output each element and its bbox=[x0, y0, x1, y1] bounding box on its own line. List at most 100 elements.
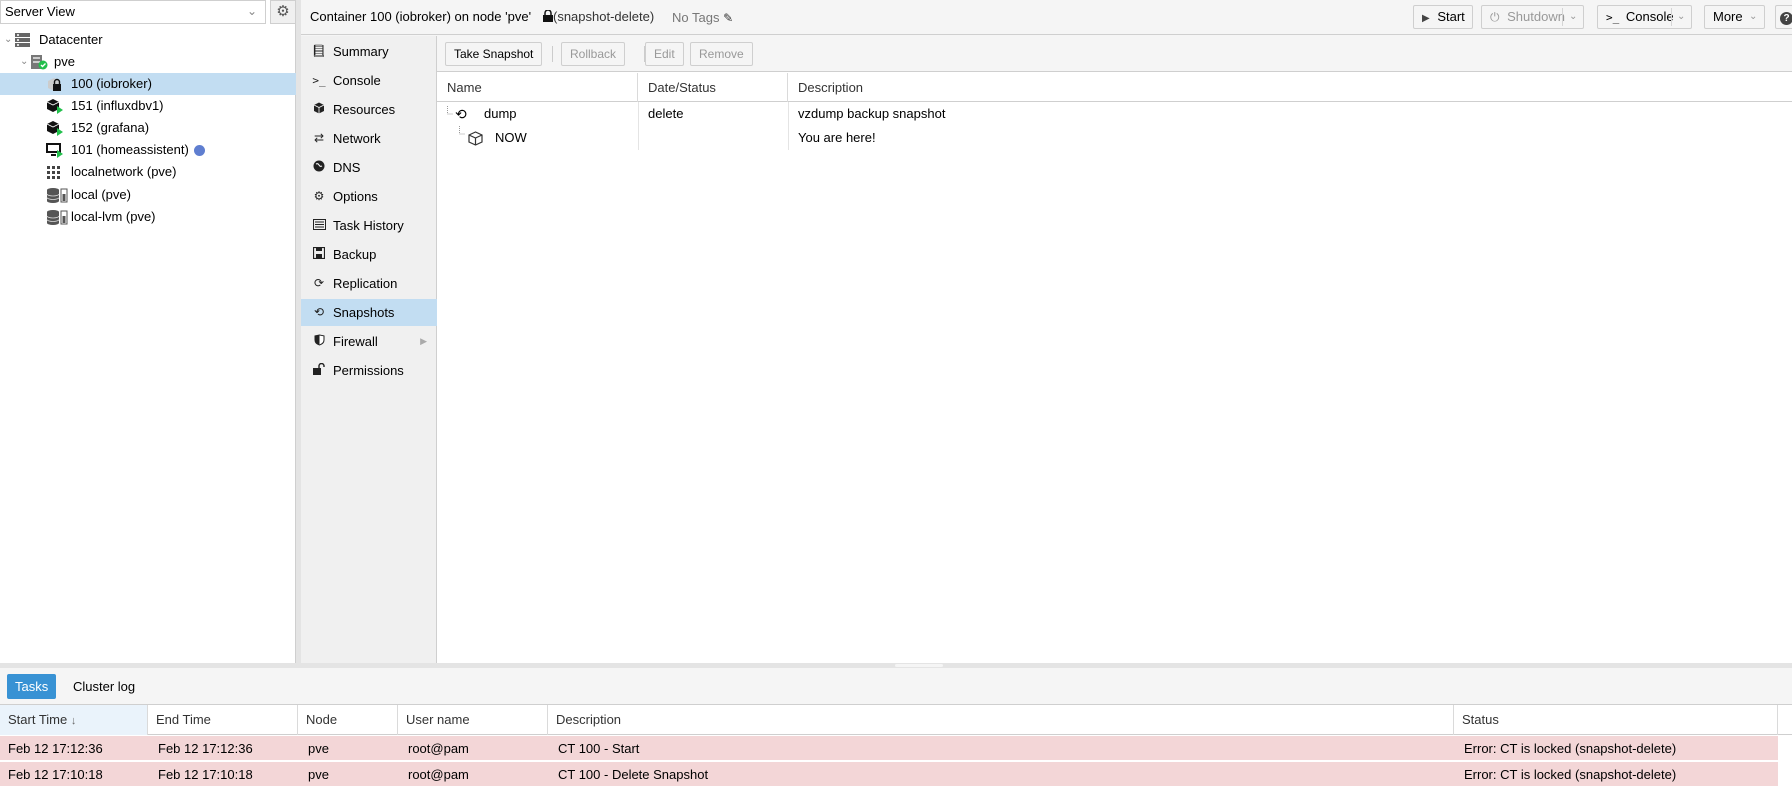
collapse-grip[interactable] bbox=[895, 664, 943, 667]
nav-item-label: Firewall bbox=[333, 334, 378, 349]
task-end-time: Feb 12 17:12:36 bbox=[158, 741, 253, 756]
task-node: pve bbox=[308, 767, 329, 782]
snapshot-row-dump[interactable]: ⟲ dump delete vzdump backup snapshot bbox=[437, 102, 1792, 126]
task-row[interactable]: Feb 12 17:10:18 Feb 12 17:10:18 pve root… bbox=[0, 762, 1778, 787]
page-title: Container 100 (iobroker) on node 'pve' bbox=[310, 9, 532, 24]
content-header: Container 100 (iobroker) on node 'pve' (… bbox=[301, 0, 1792, 35]
remove-label: Remove bbox=[699, 47, 744, 61]
tab-tasks[interactable]: Tasks bbox=[7, 674, 57, 699]
retweet-icon: ⟳ bbox=[313, 276, 325, 290]
view-selector-label: Server View bbox=[5, 4, 75, 19]
storage-icon bbox=[46, 187, 68, 203]
nav-item-backup[interactable]: Backup bbox=[301, 241, 437, 268]
edit-button[interactable]: Edit bbox=[645, 42, 684, 66]
tree-item-node-pve[interactable]: ⌄ pve bbox=[0, 51, 296, 73]
tree-item-storage-local-lvm[interactable]: local-lvm (pve) bbox=[0, 206, 296, 228]
nav-item-summary[interactable]: 📘︎ Summary bbox=[301, 38, 437, 65]
column-header-description[interactable]: Description bbox=[788, 73, 1792, 102]
nav-item-label: Replication bbox=[333, 276, 398, 291]
task-row[interactable]: Feb 12 17:12:36 Feb 12 17:12:36 pve root… bbox=[0, 736, 1778, 761]
snapshot-description: You are here! bbox=[798, 130, 876, 145]
console-button[interactable]: >_ Console ⌄ bbox=[1597, 5, 1692, 29]
expand-chevron-icon[interactable]: ⌄ bbox=[20, 51, 28, 73]
status-dot-icon bbox=[194, 145, 205, 156]
column-header-status[interactable]: Status bbox=[1454, 705, 1778, 735]
help-button[interactable]: ? bbox=[1775, 5, 1792, 29]
tree-item-ct-151[interactable]: 151 (influxdbv1) bbox=[0, 95, 296, 117]
tags-area[interactable]: No Tags ✎ bbox=[672, 10, 733, 25]
take-snapshot-button[interactable]: Take Snapshot bbox=[445, 42, 543, 66]
nav-item-label: Resources bbox=[333, 102, 396, 117]
chevron-down-icon[interactable]: ⌄ bbox=[1569, 6, 1577, 28]
snapshots-toolbar: Take Snapshot Rollback Edit Remove bbox=[437, 36, 1792, 72]
button-separator bbox=[1671, 8, 1672, 26]
view-selector[interactable]: Server View ⌄ bbox=[0, 0, 266, 24]
container-running-icon bbox=[46, 98, 64, 114]
task-status: Error: CT is locked (snapshot-delete) bbox=[1464, 767, 1677, 782]
toolbar-separator bbox=[552, 46, 553, 62]
task-description: CT 100 - Start bbox=[558, 741, 640, 756]
nav-item-label: Options bbox=[333, 189, 378, 204]
shutdown-button[interactable]: ⏻ Shutdown ⌄ bbox=[1481, 5, 1584, 29]
column-header-start-time[interactable]: Start Time ↓ bbox=[0, 705, 148, 735]
caret-right-icon[interactable]: ▶ bbox=[420, 328, 427, 355]
edit-label: Edit bbox=[654, 47, 675, 61]
tree-item-label: pve bbox=[54, 54, 75, 69]
container-running-icon bbox=[46, 120, 64, 136]
pencil-icon[interactable]: ✎ bbox=[723, 11, 733, 25]
more-button[interactable]: More ⌄ bbox=[1704, 5, 1765, 29]
sdn-grid-icon bbox=[46, 164, 64, 180]
column-header-user-name[interactable]: User name bbox=[398, 705, 548, 735]
start-button[interactable]: ▶ Start bbox=[1413, 5, 1473, 29]
nav-item-permissions[interactable]: Permissions bbox=[301, 357, 437, 384]
tree-item-vm-101[interactable]: 101 (homeassistent) bbox=[0, 139, 296, 161]
terminal-icon: >_ bbox=[312, 74, 326, 87]
button-separator bbox=[1562, 8, 1563, 26]
task-description: CT 100 - Delete Snapshot bbox=[558, 767, 709, 782]
chevron-down-icon[interactable]: ⌄ bbox=[1677, 6, 1685, 28]
column-header-label: Start Time bbox=[8, 712, 68, 727]
nav-item-options[interactable]: ⚙ Options bbox=[301, 183, 437, 210]
nav-item-task-history[interactable]: Task History bbox=[301, 212, 437, 239]
column-header-name[interactable]: Name bbox=[437, 73, 638, 102]
nav-item-dns[interactable]: DNS bbox=[301, 154, 437, 181]
tree-item-ct-152[interactable]: 152 (grafana) bbox=[0, 117, 296, 139]
nav-item-network[interactable]: ⇄ Network bbox=[301, 125, 437, 152]
terminal-icon: >_ bbox=[1606, 11, 1620, 24]
task-start-time: Feb 12 17:10:18 bbox=[8, 767, 103, 782]
tree-item-ct-100[interactable]: 100 (iobroker) bbox=[0, 73, 296, 95]
nav-item-label: Snapshots bbox=[333, 305, 395, 320]
column-header-end-time[interactable]: End Time bbox=[148, 705, 298, 735]
nav-item-console[interactable]: >_ Console bbox=[301, 67, 437, 94]
help-icon: ? bbox=[1780, 12, 1792, 25]
nav-item-label: Permissions bbox=[333, 363, 404, 378]
snapshot-row-now[interactable]: NOW You are here! bbox=[437, 126, 1792, 150]
history-icon: ⟲ bbox=[455, 106, 467, 122]
rollback-button[interactable]: Rollback bbox=[561, 42, 626, 66]
gear-icon[interactable]: ⚙ bbox=[270, 0, 296, 24]
snapshots-grid-header: Name Date/Status Description bbox=[437, 73, 1792, 102]
tags-label: No Tags bbox=[672, 10, 720, 25]
column-header-node[interactable]: Node bbox=[298, 705, 398, 735]
tree-item-storage-local[interactable]: local (pve) bbox=[0, 184, 296, 206]
expand-chevron-icon[interactable]: ⌄ bbox=[4, 29, 12, 51]
column-header-date-status[interactable]: Date/Status bbox=[638, 73, 788, 102]
rollback-label: Rollback bbox=[570, 47, 617, 61]
remove-button[interactable]: Remove bbox=[690, 42, 753, 66]
tree-item-localnetwork[interactable]: localnetwork (pve) bbox=[0, 161, 296, 183]
unlock-icon bbox=[311, 357, 327, 384]
nav-item-resources[interactable]: Resources bbox=[301, 96, 437, 123]
app-window: Server View ⌄ ⚙ ⌄ Datacenter ⌄ pve 100 (… bbox=[0, 0, 1792, 797]
nav-item-snapshots[interactable]: ⟲ Snapshots bbox=[301, 299, 437, 326]
nav-item-firewall[interactable]: Firewall ▶ bbox=[301, 328, 437, 355]
tree-item-label: 151 (influxdbv1) bbox=[71, 98, 164, 113]
task-row-partial[interactable] bbox=[0, 788, 1778, 797]
exchange-icon: ⇄ bbox=[313, 131, 325, 145]
tree-item-datacenter[interactable]: ⌄ Datacenter bbox=[0, 29, 296, 51]
tab-cluster-log[interactable]: Cluster log bbox=[65, 674, 143, 699]
column-header-description[interactable]: Description bbox=[548, 705, 1454, 735]
nav-item-replication[interactable]: ⟳ Replication bbox=[301, 270, 437, 297]
nav-item-label: Task History bbox=[333, 218, 404, 233]
gear-icon: ⚙ bbox=[313, 189, 325, 203]
task-user: root@pam bbox=[408, 741, 469, 756]
